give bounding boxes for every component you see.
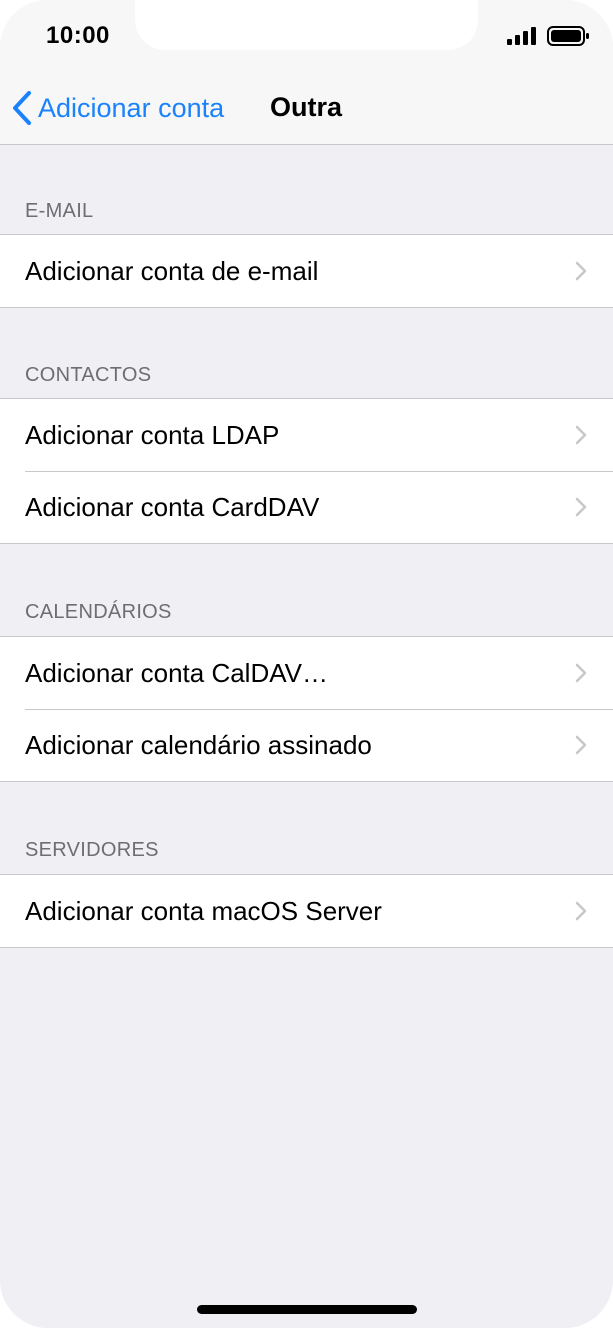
chevron-right-icon xyxy=(575,425,587,445)
row-label: Adicionar conta CardDAV xyxy=(25,491,320,522)
row-label: Adicionar conta CalDAV… xyxy=(25,657,328,688)
phone-screen: 10:00 Adicionar conta Outra E-MAIL Adici… xyxy=(0,0,613,1328)
add-macos-server-account-row[interactable]: Adicionar conta macOS Server xyxy=(0,875,613,947)
page-title: Outra xyxy=(270,92,343,122)
section-group-calendars: Adicionar conta CalDAV… Adicionar calend… xyxy=(0,636,613,782)
section-header-email: E-MAIL xyxy=(25,200,94,222)
chevron-right-icon xyxy=(575,901,587,921)
home-indicator[interactable] xyxy=(197,1305,417,1314)
add-email-account-row[interactable]: Adicionar conta de e-mail xyxy=(0,235,613,307)
battery-icon xyxy=(547,26,589,46)
section-header-contacts: CONTACTOS xyxy=(25,364,152,386)
back-button[interactable]: Adicionar conta xyxy=(12,88,224,128)
status-time: 10:00 xyxy=(46,22,110,49)
row-label: Adicionar conta LDAP xyxy=(25,419,280,450)
chevron-right-icon xyxy=(575,663,587,683)
section-group-email: Adicionar conta de e-mail xyxy=(0,234,613,308)
chevron-left-icon xyxy=(13,91,31,125)
section-group-servers: Adicionar conta macOS Server xyxy=(0,874,613,948)
cellular-signal-icon xyxy=(507,27,536,45)
section-header-servers: SERVIDORES xyxy=(25,839,159,861)
navigation-bar: 10:00 Adicionar conta Outra xyxy=(0,0,613,145)
status-icons xyxy=(507,26,589,46)
chevron-right-icon xyxy=(575,497,587,517)
add-caldav-account-row[interactable]: Adicionar conta CalDAV… xyxy=(0,637,613,709)
device-notch xyxy=(135,0,478,50)
add-ldap-account-row[interactable]: Adicionar conta LDAP xyxy=(0,399,613,471)
add-carddav-account-row[interactable]: Adicionar conta CardDAV xyxy=(0,471,613,543)
section-header-calendars: CALENDÁRIOS xyxy=(25,601,172,623)
row-label: Adicionar calendário assinado xyxy=(25,729,372,760)
row-label: Adicionar conta de e-mail xyxy=(25,255,319,286)
section-group-contacts: Adicionar conta LDAP Adicionar conta Car… xyxy=(0,398,613,544)
chevron-right-icon xyxy=(575,735,587,755)
add-subscribed-calendar-row[interactable]: Adicionar calendário assinado xyxy=(0,709,613,781)
back-button-label: Adicionar conta xyxy=(38,92,225,123)
chevron-right-icon xyxy=(575,261,587,281)
row-label: Adicionar conta macOS Server xyxy=(25,895,382,926)
